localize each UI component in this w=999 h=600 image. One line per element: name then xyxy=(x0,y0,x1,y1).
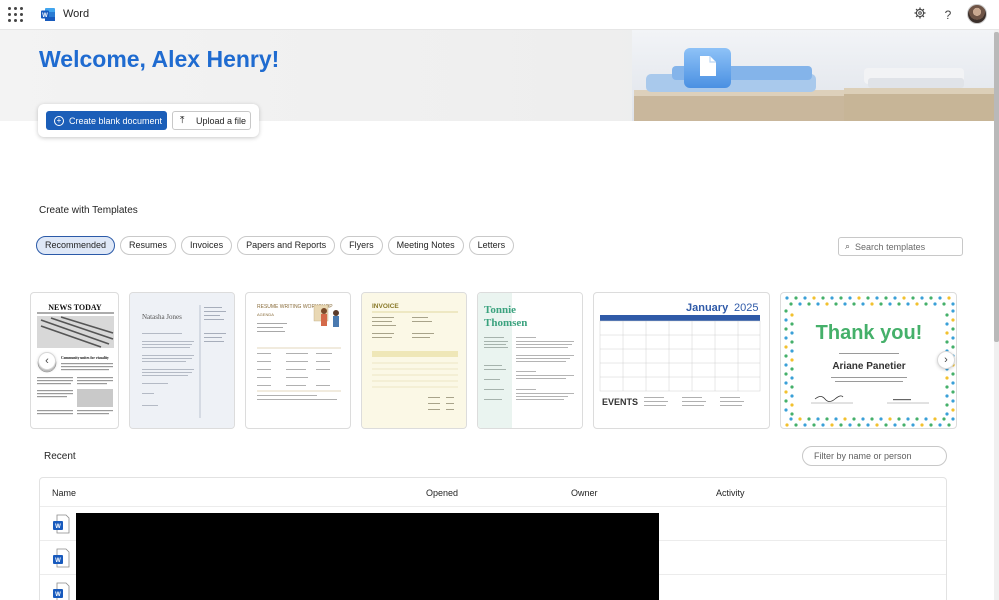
upload-label: Upload a file xyxy=(196,115,247,126)
svg-text:W: W xyxy=(55,592,61,598)
gear-icon[interactable] xyxy=(912,7,928,23)
recent-section-title: Recent xyxy=(44,451,76,462)
scrollbar-thumb[interactable] xyxy=(994,32,999,342)
search-icon: ⌕ xyxy=(845,241,851,251)
avatar[interactable] xyxy=(967,4,987,24)
create-blank-label: Create blank document xyxy=(69,115,163,126)
news-masthead: NEWS TODAY xyxy=(48,303,102,312)
column-header-opened[interactable]: Opened xyxy=(426,488,458,498)
column-header-activity[interactable]: Activity xyxy=(716,488,745,498)
calendar-thumbnail: January 2025 EVENTS xyxy=(599,302,761,407)
word-file-icon: W xyxy=(53,514,70,534)
template-card-calendar[interactable]: January 2025 EVENTS xyxy=(593,292,770,429)
create-blank-document-button[interactable]: + Create blank document xyxy=(46,111,167,130)
plus-circle-icon: + xyxy=(54,115,64,126)
welcome-heading: Welcome, Alex Henry! xyxy=(39,46,280,72)
calendar-events-label: EVENTS xyxy=(602,397,638,407)
thank-you-name: Ariane Panetier xyxy=(832,361,905,372)
word-home: W Word ? Welcome, Alex Henry! + Create b… xyxy=(0,0,999,600)
top-bar: W Word ? xyxy=(0,0,999,30)
template-card-resume-natasha[interactable]: Natasha Jones xyxy=(129,292,235,429)
templates-section-title: Create with Templates xyxy=(39,205,138,216)
chip-resumes[interactable]: Resumes xyxy=(120,236,177,255)
chevron-left-icon[interactable]: ‹ xyxy=(38,352,56,370)
calendar-year: 2025 xyxy=(734,302,758,314)
chip-invoices[interactable]: Invoices xyxy=(181,236,233,255)
svg-text:W: W xyxy=(55,524,61,530)
upload-file-button[interactable]: ⤒ Upload a file xyxy=(172,111,251,130)
word-file-icon: W xyxy=(53,582,70,600)
svg-text:W: W xyxy=(55,558,61,564)
column-header-owner[interactable]: Owner xyxy=(571,488,598,498)
app-name[interactable]: Word xyxy=(63,8,89,20)
workshop-thumbnail: RESUME WRITING WORKSHOP AGENDA xyxy=(257,304,341,400)
thank-you-title: Thank you! xyxy=(816,322,923,344)
chip-meeting-notes[interactable]: Meeting Notes xyxy=(387,236,464,255)
chip-recommended[interactable]: Recommended xyxy=(36,236,116,255)
filter-by-name-input[interactable]: Filter by name or person xyxy=(802,446,947,466)
quick-actions-card: + Create blank document ⤒ Upload a file xyxy=(38,104,259,137)
app-launcher-icon[interactable] xyxy=(7,6,23,22)
resume-name: Natasha Jones xyxy=(142,313,182,321)
page-scrollbar[interactable] xyxy=(994,30,999,600)
invoice-thumbnail: INVOICE xyxy=(362,293,466,428)
resume-thumbnail: Natasha Jones xyxy=(130,293,234,428)
upload-icon: ⤒ xyxy=(180,115,185,126)
resume-green-thumbnail: Tonnie Thomsen xyxy=(478,293,582,428)
hero-illustration xyxy=(632,30,994,121)
chip-flyers[interactable]: Flyers xyxy=(340,236,383,255)
chip-letters[interactable]: Letters xyxy=(468,236,515,255)
chip-papers-and-reports[interactable]: Papers and Reports xyxy=(237,236,336,255)
template-filter-chips: Recommended Resumes Invoices Papers and … xyxy=(36,236,515,255)
invoice-title: INVOICE xyxy=(372,303,399,310)
redacted-file-names xyxy=(76,513,659,600)
svg-text:W: W xyxy=(42,13,48,19)
search-templates-placeholder: Search templates xyxy=(855,241,926,252)
template-card-thank-you[interactable]: Thank you! Ariane Panetier xyxy=(780,292,957,429)
template-card-workshop-agenda[interactable]: RESUME WRITING WORKSHOP AGENDA xyxy=(245,292,351,429)
resume-first-name: Tonnie xyxy=(484,304,516,316)
help-icon[interactable]: ? xyxy=(940,7,956,23)
workshop-subtitle: AGENDA xyxy=(257,312,274,317)
chevron-right-icon[interactable]: › xyxy=(937,351,955,369)
calendar-month: January xyxy=(686,302,729,314)
column-header-name[interactable]: Name xyxy=(52,488,76,498)
news-headline: Community unites for visuality xyxy=(61,356,109,360)
word-logo-icon: W xyxy=(41,8,55,21)
template-card-resume-tonnie[interactable]: Tonnie Thomsen xyxy=(477,292,583,429)
template-card-invoice[interactable]: INVOICE xyxy=(361,292,467,429)
word-file-icon: W xyxy=(53,548,70,568)
resume-last-name: Thomsen xyxy=(484,317,527,329)
thank-you-thumbnail: Thank you! Ariane Panetier xyxy=(784,296,955,427)
search-templates-input[interactable]: ⌕ Search templates xyxy=(838,237,963,256)
